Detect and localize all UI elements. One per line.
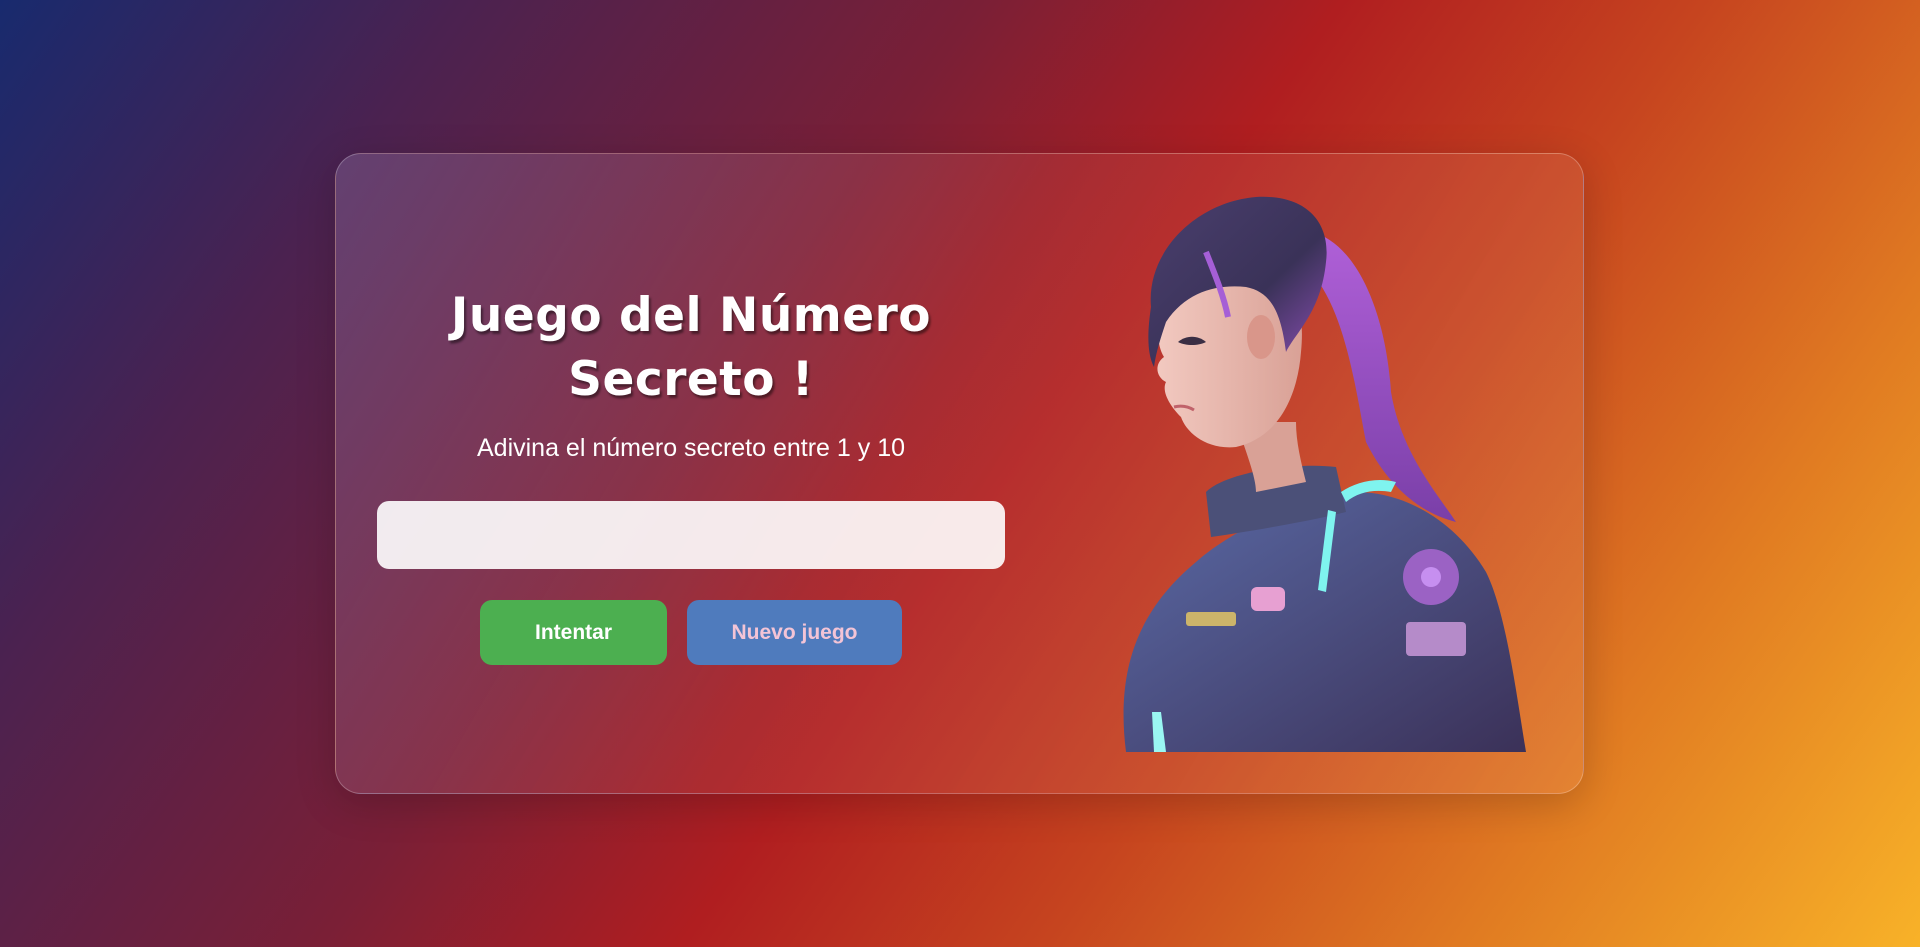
- try-button[interactable]: Intentar: [480, 600, 667, 665]
- game-card: Juego del Número Secreto ! Adivina el nú…: [335, 153, 1584, 794]
- astronaut-girl-illustration: [1123, 196, 1526, 752]
- game-panel: Juego del Número Secreto ! Adivina el nú…: [376, 284, 1006, 665]
- instructions-text: Adivina el número secreto entre 1 y 10: [476, 434, 905, 462]
- button-row: Intentar Nuevo juego: [376, 600, 1006, 665]
- title-line-2: Secreto !: [568, 352, 814, 407]
- page-title: Juego del Número Secreto !: [376, 284, 1006, 412]
- new-game-button[interactable]: Nuevo juego: [687, 600, 902, 665]
- title-line-1: Juego del Número: [450, 288, 932, 343]
- guess-input[interactable]: [377, 501, 1005, 569]
